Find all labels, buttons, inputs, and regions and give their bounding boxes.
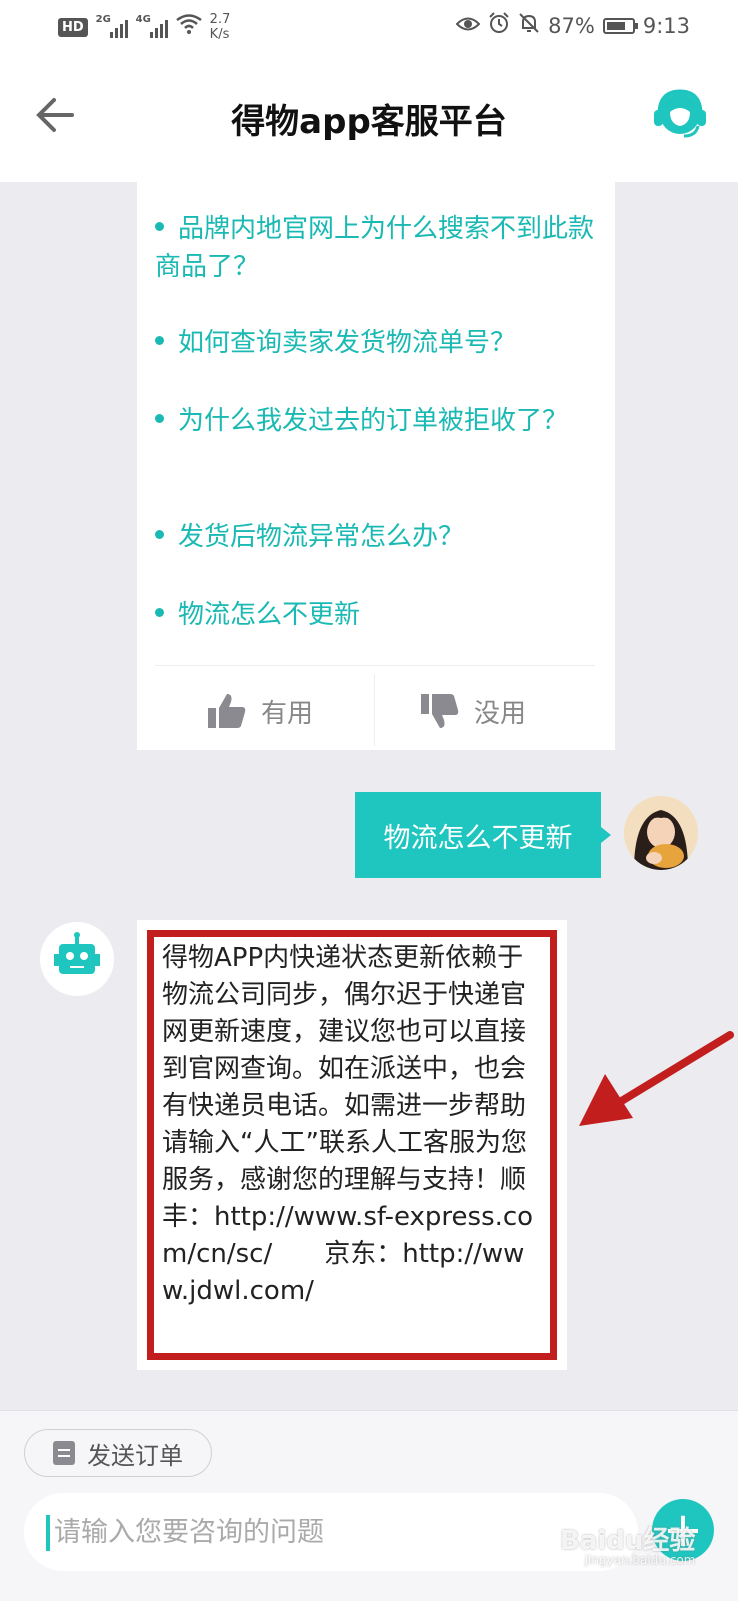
eye-icon bbox=[455, 14, 481, 39]
status-right: 87% 9:13 bbox=[455, 12, 690, 40]
bot-avatar bbox=[40, 922, 114, 996]
battery-icon bbox=[602, 18, 638, 34]
faq-item[interactable]: 物流怎么不更新 bbox=[155, 596, 595, 634]
app-header: 得物app客服平台 bbox=[0, 56, 738, 182]
bullet-dot bbox=[155, 336, 164, 345]
user-avatar-image bbox=[624, 796, 698, 870]
red-arrow-annotation bbox=[579, 1031, 734, 1126]
thumbs-down-icon bbox=[421, 694, 459, 728]
question-input-box[interactable] bbox=[24, 1493, 638, 1571]
faq-card: 品牌内地官网上为什么搜索不到此款商品了？ 如何查询卖家发货物流单号？ 为什么我发… bbox=[137, 182, 615, 750]
network-speed: 2.7 K/s bbox=[209, 12, 231, 42]
user-avatar[interactable] bbox=[624, 796, 698, 870]
signal-4g-icon: 4G bbox=[136, 14, 168, 38]
send-order-button[interactable]: 发送订单 bbox=[24, 1429, 212, 1477]
bullet-dot bbox=[155, 414, 164, 423]
wifi-icon bbox=[175, 14, 202, 40]
robot-icon bbox=[54, 932, 100, 974]
bullet-dot bbox=[155, 530, 164, 539]
divider bbox=[155, 665, 595, 666]
hd-badge: HD bbox=[58, 17, 88, 37]
signal-2g-icon: 2G bbox=[96, 14, 128, 38]
useful-button[interactable]: 有用 bbox=[207, 692, 313, 730]
text-cursor bbox=[46, 1515, 50, 1551]
status-left: HD 2G 4G 2.7 K/s bbox=[58, 12, 230, 42]
useless-button[interactable]: 没用 bbox=[420, 692, 526, 730]
order-document-icon bbox=[53, 1441, 75, 1465]
bot-message-text: 得物APP内快递状态更新依赖于物流公司同步，偶尔迟于快递官网更新速度，建议您也可… bbox=[162, 943, 534, 1306]
faq-item[interactable]: 品牌内地官网上为什么搜索不到此款商品了？ bbox=[155, 210, 595, 286]
clock-time: 9:13 bbox=[642, 14, 690, 38]
thumbs-up-icon bbox=[208, 694, 246, 728]
baidu-watermark: Baidu经验 jingyan.baidu.com bbox=[560, 1526, 696, 1567]
question-input[interactable] bbox=[54, 1493, 614, 1571]
battery-percent: 87% bbox=[548, 14, 595, 38]
divider bbox=[374, 674, 375, 746]
faq-item[interactable]: 如何查询卖家发货物流单号？ bbox=[155, 324, 595, 362]
bell-off-icon bbox=[518, 12, 540, 40]
bottom-input-area: 发送订单 + bbox=[0, 1410, 738, 1601]
bot-message-bubble: 得物APP内快递状态更新依赖于物流公司同步，偶尔迟于快递官网更新速度，建议您也可… bbox=[137, 920, 567, 1370]
bullet-dot bbox=[155, 608, 164, 617]
alarm-icon bbox=[488, 12, 510, 40]
faq-item[interactable]: 为什么我发过去的订单被拒收了？ bbox=[155, 402, 595, 440]
user-message-bubble: 物流怎么不更新 bbox=[355, 792, 611, 878]
customer-service-headset-icon[interactable] bbox=[652, 86, 708, 142]
page-title: 得物app客服平台 bbox=[231, 102, 507, 142]
bullet-dot bbox=[155, 222, 164, 231]
faq-item[interactable]: 发货后物流异常怎么办？ bbox=[155, 518, 595, 556]
status-bar: HD 2G 4G 2.7 K/s 87% 9:13 bbox=[0, 0, 738, 56]
